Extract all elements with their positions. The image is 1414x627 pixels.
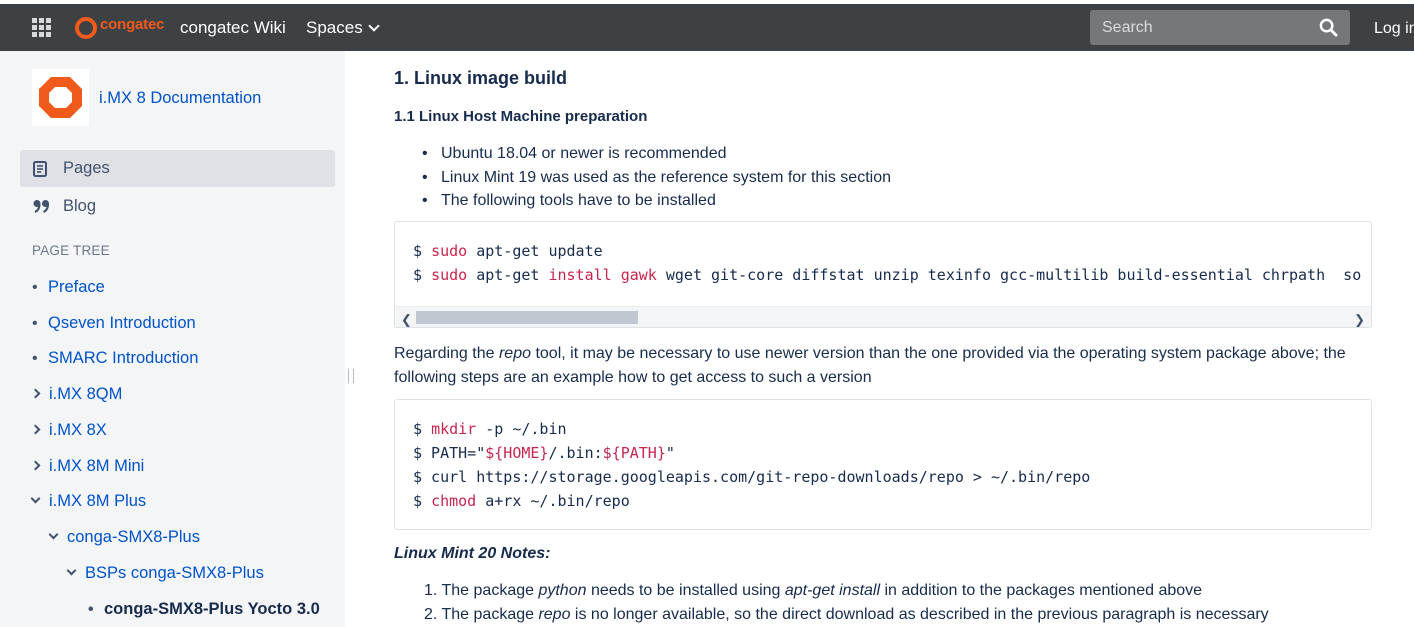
search-input[interactable] bbox=[1090, 10, 1308, 45]
tree-item-imx-8m-mini[interactable]: i.MX 8M Mini bbox=[30, 457, 145, 476]
login-link[interactable]: Log in bbox=[1374, 20, 1414, 38]
site-title-link[interactable]: congatec Wiki bbox=[180, 18, 286, 38]
tree-item-conga-smx8-plus[interactable]: conga-SMX8-Plus bbox=[48, 528, 200, 547]
spaces-menu-button[interactable]: Spaces bbox=[306, 18, 380, 38]
chevron-down-icon[interactable] bbox=[30, 493, 41, 504]
section-heading: 1.1 Linux Host Machine preparation bbox=[394, 108, 648, 125]
tree-item-preface[interactable]: • Preface bbox=[32, 278, 105, 297]
tree-item-label: BSPs conga-SMX8-Plus bbox=[85, 564, 264, 582]
scroll-left-icon[interactable]: ❮ bbox=[401, 312, 412, 327]
chevron-right-icon[interactable] bbox=[30, 388, 41, 399]
bullet-icon: • bbox=[88, 601, 94, 618]
search-box bbox=[1090, 10, 1350, 45]
tree-item-label: i.MX 8QM bbox=[49, 385, 123, 403]
repo-paragraph: Regarding the repo tool, it may be neces… bbox=[394, 345, 1346, 386]
tree-item-imx-8qm[interactable]: i.MX 8QM bbox=[30, 385, 123, 404]
code-line: $ sudo apt-get update bbox=[413, 242, 603, 260]
sidebar-item-blog[interactable]: Blog bbox=[20, 188, 335, 225]
chevron-down-icon[interactable] bbox=[48, 529, 59, 540]
tree-item-current-page[interactable]: • conga-SMX8-Plus Yocto 3.0 bbox=[88, 600, 320, 619]
bullet-icon: • bbox=[32, 350, 38, 367]
sidebar-resize-handle[interactable] bbox=[348, 369, 354, 383]
page-heading: 1. Linux image build bbox=[394, 68, 568, 88]
tree-item-label: i.MX 8X bbox=[49, 421, 107, 439]
code-line: $ chmod a+rx ~/.bin/repo bbox=[413, 492, 630, 510]
list-item: 2. The package repo is no longer availab… bbox=[424, 606, 1269, 623]
bullet-icon: • bbox=[32, 279, 38, 296]
tree-item-label: SMARC Introduction bbox=[48, 349, 199, 367]
tree-item-qseven-introduction[interactable]: • Qseven Introduction bbox=[32, 314, 196, 333]
sidebar-item-pages[interactable]: Pages bbox=[20, 150, 335, 187]
tree-item-label: i.MX 8M Mini bbox=[49, 457, 145, 475]
chevron-right-icon[interactable] bbox=[30, 460, 41, 471]
congatec-logo-icon[interactable] bbox=[75, 17, 97, 39]
notes-list: 1. The package python needs to be instal… bbox=[424, 579, 1269, 627]
page-tree-heading: PAGE TREE bbox=[32, 243, 110, 258]
tree-item-label: i.MX 8M Plus bbox=[49, 492, 147, 510]
code-line: $ sudo apt-get install gawk wget git-cor… bbox=[413, 266, 1362, 284]
sidebar-item-label: Pages bbox=[63, 159, 110, 177]
code-block-repo: $ mkdir -p ~/.bin $ PATH="${HOME}/.bin:$… bbox=[394, 399, 1372, 530]
list-item: Ubuntu 18.04 or newer is recommended bbox=[422, 142, 891, 166]
requirements-list: Ubuntu 18.04 or newer is recommended Lin… bbox=[422, 142, 891, 213]
space-name-link[interactable]: i.MX 8 Documentation bbox=[99, 89, 261, 108]
space-logo-icon[interactable] bbox=[32, 69, 89, 126]
chevron-down-icon[interactable] bbox=[66, 565, 77, 576]
tree-item-bsps-conga-smx8-plus[interactable]: BSPs conga-SMX8-Plus bbox=[66, 564, 264, 583]
horizontal-scrollbar[interactable]: ❮ ❯ bbox=[395, 306, 1371, 327]
app-switcher-icon[interactable] bbox=[32, 18, 52, 38]
spaces-menu-label: Spaces bbox=[306, 18, 363, 37]
search-icon[interactable] bbox=[1319, 18, 1338, 37]
main-content: 1. Linux image build 1.1 Linux Host Mach… bbox=[394, 51, 1414, 627]
top-navigation-bar: congatec congatec Wiki Spaces Log in bbox=[0, 0, 1414, 51]
quote-icon bbox=[33, 200, 50, 213]
chevron-right-icon[interactable] bbox=[30, 424, 41, 435]
document-icon bbox=[33, 161, 47, 177]
tree-item-label: conga-SMX8-Plus Yocto 3.0 bbox=[104, 600, 320, 618]
bullet-icon: • bbox=[32, 315, 38, 332]
list-item: Linux Mint 19 was used as the reference … bbox=[422, 166, 891, 190]
sidebar: i.MX 8 Documentation Pages Blog PAGE TRE… bbox=[0, 51, 345, 627]
chevron-down-icon bbox=[368, 19, 380, 32]
code-block-install: $ sudo apt-get update $ sudo apt-get ins… bbox=[394, 221, 1372, 328]
tree-item-imx-8x[interactable]: i.MX 8X bbox=[30, 421, 107, 440]
tree-item-label: Preface bbox=[48, 278, 105, 296]
sidebar-item-label: Blog bbox=[63, 197, 97, 215]
tree-item-label: conga-SMX8-Plus bbox=[67, 528, 200, 546]
tree-item-label: Qseven Introduction bbox=[48, 314, 196, 332]
brand-logo-text[interactable]: congatec bbox=[100, 16, 164, 33]
tree-item-smarc-introduction[interactable]: • SMARC Introduction bbox=[32, 349, 198, 368]
tree-item-imx-8m-plus[interactable]: i.MX 8M Plus bbox=[30, 492, 147, 511]
code-line: $ curl https://storage.googleapis.com/gi… bbox=[413, 468, 1091, 486]
notes-heading: Linux Mint 20 Notes: bbox=[394, 545, 551, 562]
code-line: $ mkdir -p ~/.bin bbox=[413, 420, 567, 438]
list-item: 1. The package python needs to be instal… bbox=[424, 582, 1203, 599]
code-line: $ PATH="${HOME}/.bin:${PATH}" bbox=[413, 444, 675, 462]
list-item: The following tools have to be installed bbox=[422, 189, 891, 213]
scrollbar-thumb[interactable] bbox=[416, 311, 638, 324]
scroll-right-icon[interactable]: ❯ bbox=[1354, 312, 1365, 327]
